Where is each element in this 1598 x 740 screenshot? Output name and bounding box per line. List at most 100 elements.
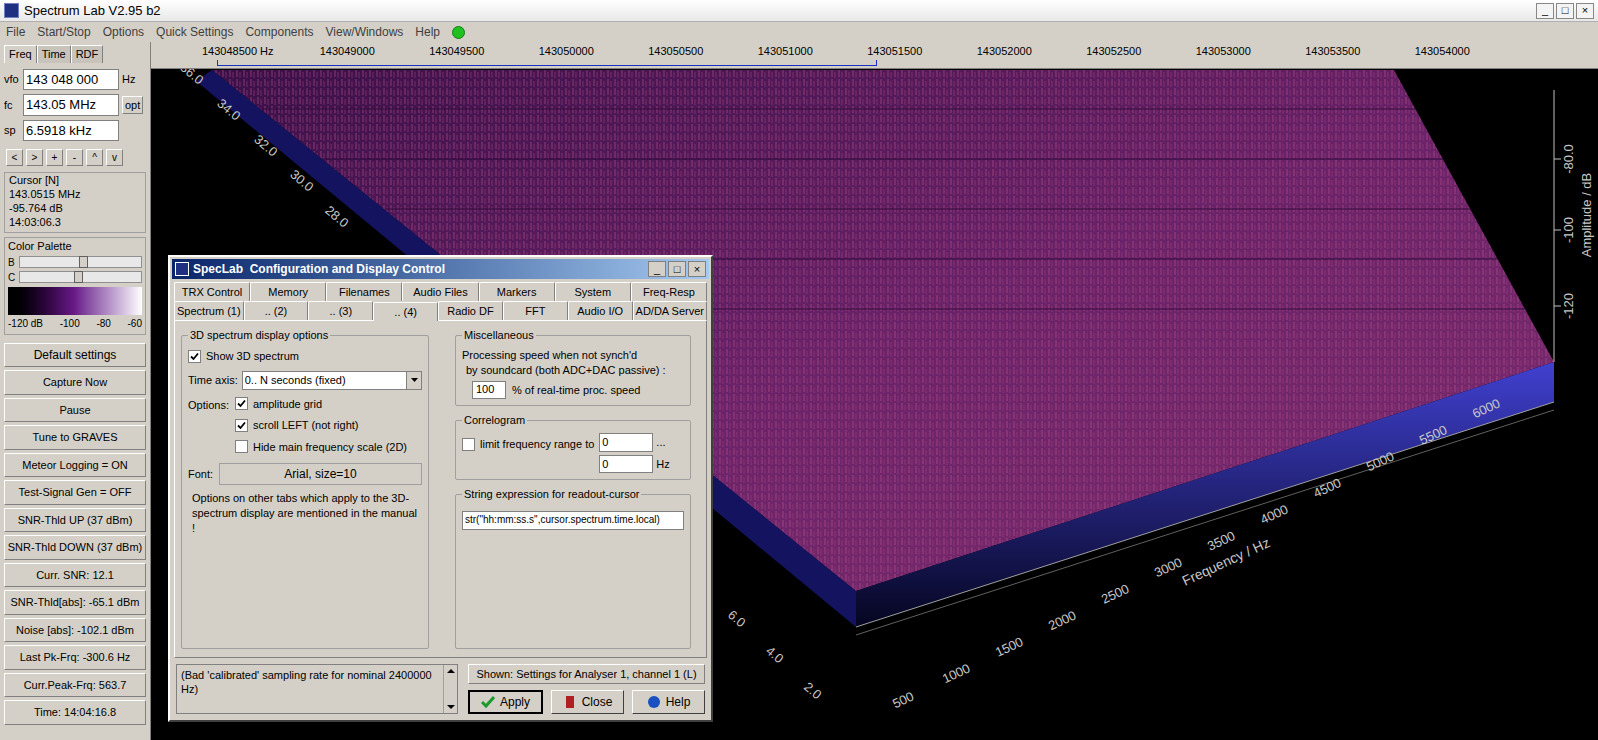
time-label: 2.0 [801, 679, 824, 702]
control-button[interactable]: Time: 14:04:16.8 [4, 700, 146, 725]
readout-expression-input[interactable]: str("hh:mm:ss.s",cursor.spectrum.time.lo… [462, 511, 684, 530]
nav-button[interactable]: < [6, 149, 23, 166]
dialog-tab[interactable]: System [555, 282, 631, 301]
readout-group: String expression for readout-cursorstr(… [455, 494, 691, 649]
frequency-scale[interactable]: 143048500 Hz1430490001430495001430500001… [151, 42, 1598, 69]
dialog-tab[interactable]: Freq-Resp [631, 282, 707, 301]
opt-button[interactable]: opt [122, 96, 143, 115]
nav-button[interactable]: - [66, 149, 83, 166]
nav-button[interactable]: ^ [86, 149, 103, 166]
control-button[interactable]: Noise [abs]: -102.1 dBm [4, 618, 146, 643]
range-from-input[interactable]: 0 [599, 433, 653, 452]
menu-item[interactable]: View/Windows [326, 23, 404, 41]
control-button[interactable]: SNR-Thld UP (37 dBm) [4, 508, 146, 533]
dialog-title-bar: SpecLab Configuration and Display Contro… [172, 259, 709, 279]
control-button[interactable]: Test-Signal Gen = OFF [4, 480, 146, 505]
control-button[interactable]: Curr.Peak-Frq: 563.7 [4, 673, 146, 698]
control-button[interactable]: Curr. SNR: 12.1 [4, 563, 146, 588]
left-tab[interactable]: RDF [71, 45, 104, 63]
menu-item[interactable]: Components [245, 23, 313, 41]
scroll-up-icon[interactable] [444, 665, 458, 677]
window-control-button[interactable]: □ [1556, 3, 1574, 19]
range-to-input[interactable]: 0 [599, 455, 653, 474]
frequency-axis-title: Frequency / Hz [1179, 534, 1272, 589]
dialog-button[interactable]: Close [551, 690, 624, 714]
window-control-button[interactable]: _ [648, 261, 666, 277]
frequency-field[interactable]: 143 048 000 [23, 69, 119, 91]
palette-slider[interactable] [19, 271, 142, 283]
dialog-tab[interactable]: Spectrum (1) [174, 301, 244, 320]
window-control-button[interactable]: × [1576, 3, 1594, 19]
time-label: 4.0 [763, 643, 786, 666]
dialog-tab[interactable]: .. (4) [373, 302, 438, 321]
left-panel: FreqTimeRDFvfo143 048 000Hzfc143.05 MHzo… [0, 42, 151, 740]
dialog-tab[interactable]: Filenames [326, 282, 402, 301]
title-bar: Spectrum Lab V2.95 b2_□× [0, 0, 1598, 22]
window-control-button[interactable]: □ [668, 261, 686, 277]
left-tab[interactable]: Time [37, 45, 71, 63]
menu-item[interactable]: File [6, 23, 25, 41]
dialog-tab[interactable]: Audio Files [402, 282, 478, 301]
status-led-icon [452, 26, 465, 39]
app-window: Spectrum Lab V2.95 b2_□×File Start/Stop Op… [0, 0, 1598, 740]
time-label: 30.0 [287, 167, 316, 195]
option-checkbox[interactable] [235, 397, 248, 410]
miscellaneous-group: MiscellaneousProcessing speed when not s… [455, 335, 691, 406]
frequency-field[interactable]: 143.05 MHz [23, 94, 119, 116]
control-button[interactable]: Default settings [4, 343, 146, 368]
option-checkbox[interactable] [235, 419, 248, 432]
nav-button[interactable]: v [106, 149, 123, 166]
control-button[interactable]: Last Pk-Frq: -300.6 Hz [4, 645, 146, 670]
option-checkbox[interactable] [235, 440, 248, 453]
frequency-label: 2500 [1099, 581, 1132, 607]
limit-range-checkbox[interactable] [462, 438, 475, 451]
time-label: 6.0 [725, 607, 748, 630]
menu-item[interactable]: Quick Settings [156, 23, 233, 41]
control-button[interactable]: Capture Now [4, 370, 146, 395]
dialog-tab[interactable]: Audio I/O [568, 301, 633, 320]
frequency-label: 5000 [1364, 449, 1397, 475]
frequency-field[interactable]: 6.5918 kHz [23, 120, 119, 142]
analyser-label: Shown: Settings for Analyser 1, channel … [468, 664, 705, 684]
dialog-footer: (Bad 'calibrated' sampling rate for nomi… [172, 658, 709, 718]
config-dialog[interactable]: SpecLab Configuration and Display Contro… [168, 255, 713, 722]
frequency-tick-label: 143050000 [512, 43, 622, 60]
dialog-tab[interactable]: .. (2) [244, 301, 309, 320]
dialog-tab[interactable]: Memory [250, 282, 326, 301]
nav-button[interactable]: > [26, 149, 43, 166]
control-button[interactable]: Meteor Logging = ON [4, 453, 146, 478]
window-control-button[interactable]: _ [1536, 3, 1554, 19]
time-label: 28.0 [322, 203, 351, 231]
frequency-tick-label: 143053500 [1278, 43, 1388, 60]
amplitude-axis [1554, 90, 1555, 362]
control-button[interactable]: Pause [4, 398, 146, 423]
font-button[interactable]: Arial, size=10 [219, 463, 422, 485]
tab-content: 3D spectrum display optionsShow 3D spect… [174, 320, 707, 658]
dialog-button[interactable]: Apply [468, 690, 543, 714]
control-button[interactable]: Tune to GRAVES [4, 425, 146, 450]
dialog-tab[interactable]: Markers [479, 282, 555, 301]
correlogram-group: Correlogramlimit frequency range to0...0… [455, 420, 691, 480]
menu-item[interactable]: Options [103, 23, 144, 41]
show-3d-checkbox[interactable] [188, 350, 201, 363]
time-label: 36.0 [177, 69, 206, 87]
palette-slider[interactable] [19, 256, 142, 268]
time-axis-select[interactable]: 0.. N seconds (fixed) [242, 371, 422, 390]
dialog-tab[interactable]: Radio DF [438, 301, 503, 320]
window-control-button[interactable]: × [688, 261, 706, 277]
nav-button[interactable]: + [46, 149, 63, 166]
control-button[interactable]: SNR-Thld[abs]: -65.1 dBm [4, 590, 146, 615]
speed-input[interactable]: 100 [472, 381, 506, 399]
3d-options-group: 3D spectrum display optionsShow 3D spect… [181, 335, 429, 649]
control-button[interactable]: SNR-Thld DOWN (37 dBm) [4, 535, 146, 560]
dialog-tab[interactable]: AD/DA Server [633, 301, 707, 320]
left-tab[interactable]: Freq [4, 45, 37, 63]
scroll-down-icon[interactable] [444, 701, 458, 713]
color-palette-group: Color PaletteBC-120 dB-100-80-60 [4, 237, 146, 335]
menu-item[interactable]: Help [415, 23, 440, 41]
dialog-tab[interactable]: .. (3) [308, 301, 373, 320]
dialog-tab[interactable]: FFT [503, 301, 568, 320]
dialog-tab[interactable]: TRX Control [174, 282, 250, 301]
dialog-button[interactable]: Help [632, 690, 705, 714]
menu-item[interactable]: Start/Stop [37, 23, 90, 41]
